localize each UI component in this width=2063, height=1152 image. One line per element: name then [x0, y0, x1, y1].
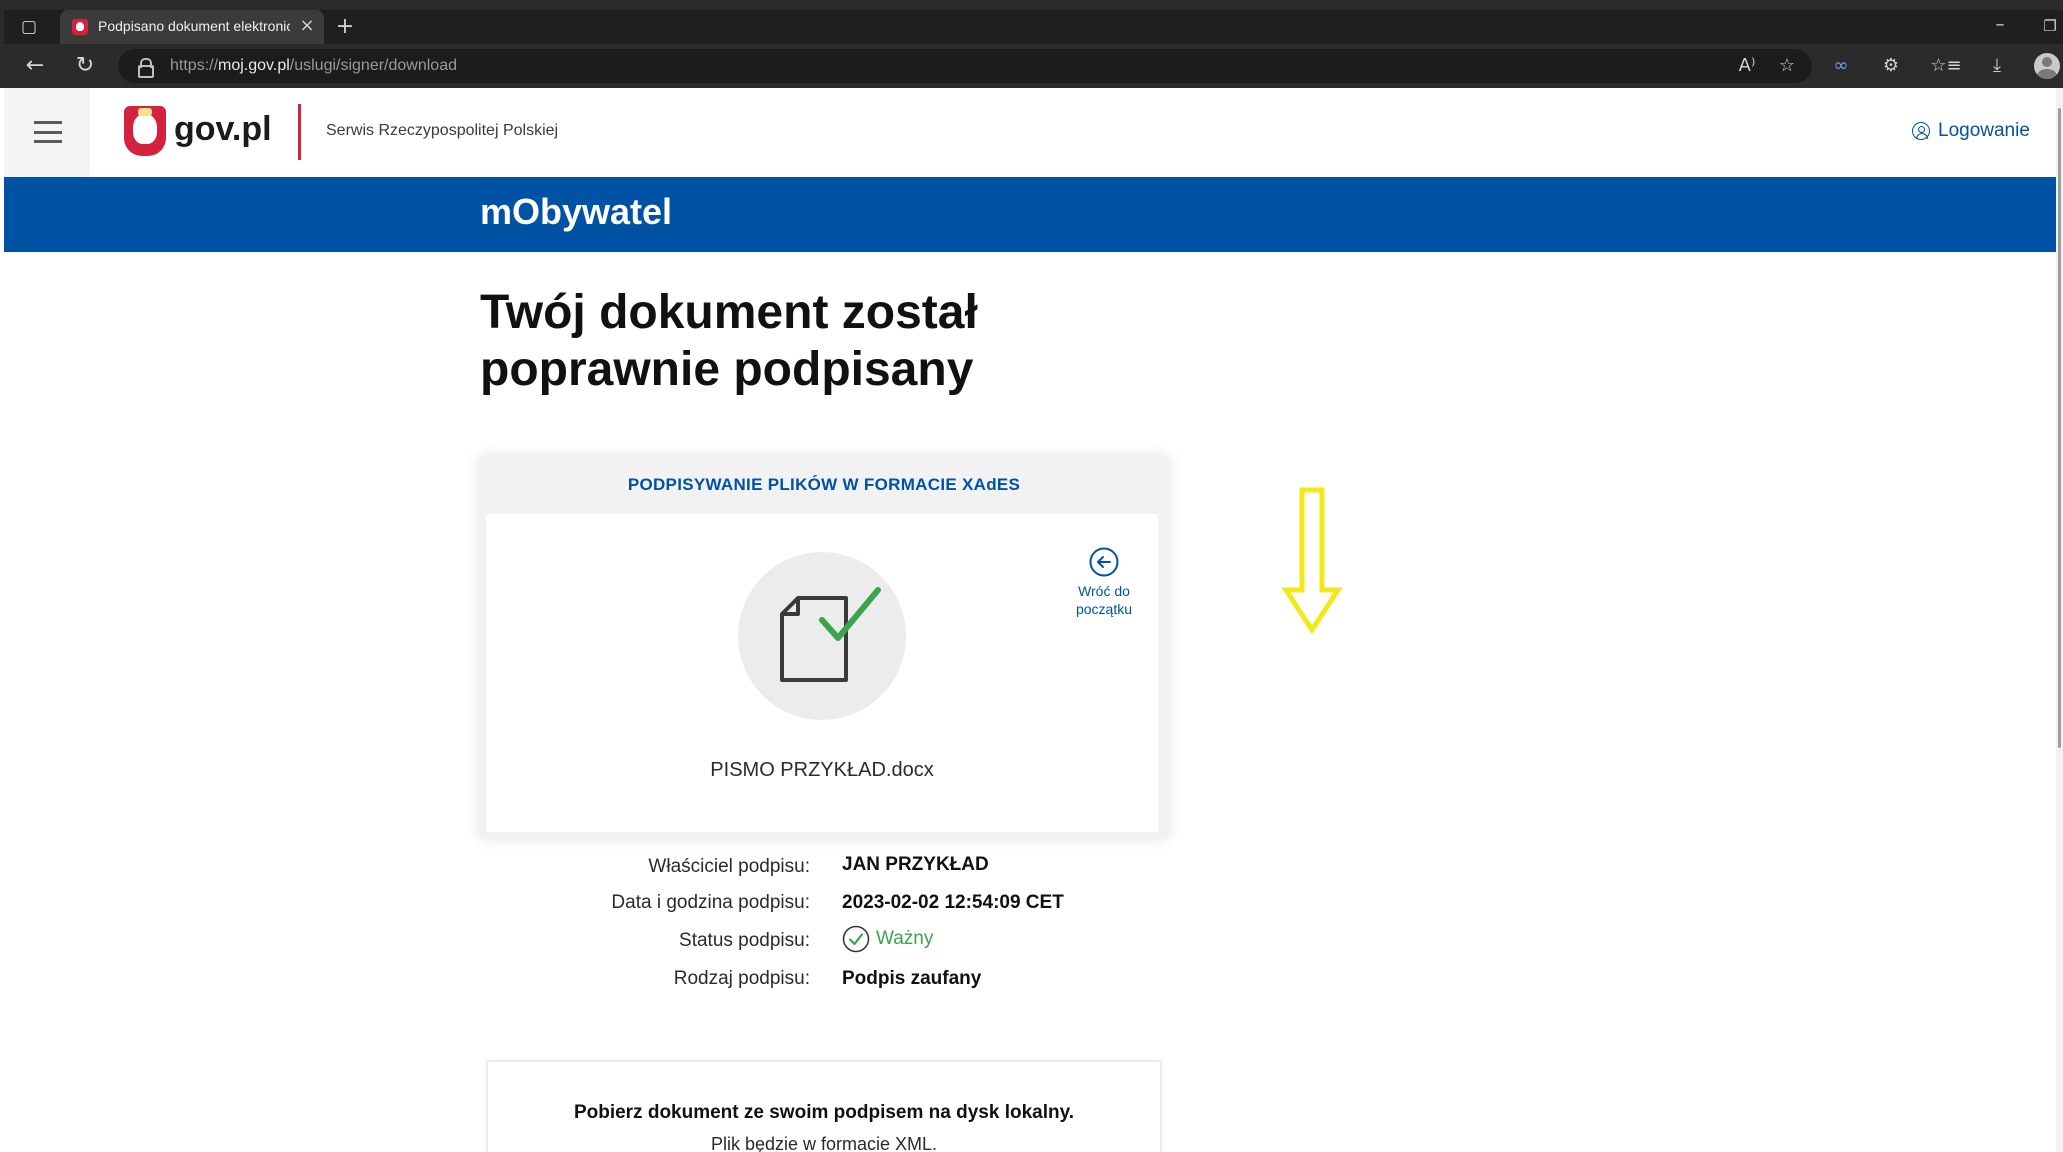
hamburger-icon [34, 121, 62, 143]
polish-eagle-emblem-icon[interactable] [124, 106, 166, 156]
card-body: Wróć do początku PISMO PRZYKŁAD.docx [486, 514, 1158, 832]
page-title-line1: Twój dokument został [480, 286, 978, 339]
signing-card: PODPISYWANIE PLIKÓW W FORMACIE XAdES Wró… [480, 456, 1168, 838]
minimize-icon[interactable]: – [1988, 14, 2012, 38]
reload-icon[interactable]: ↻ [72, 53, 98, 79]
service-name: Serwis Rzeczypospolitej Polskiej [326, 122, 559, 139]
page-title-line2: poprawnie podpisany [480, 343, 974, 396]
profile-icon[interactable] [2034, 53, 2060, 79]
type-label: Rodzaj podpisu: [673, 968, 810, 989]
plus-icon[interactable]: + [332, 14, 358, 40]
site-header: gov.pl Serwis Rzeczypospolitej Polskiej … [4, 88, 2056, 177]
card-title: PODPISYWANIE PLIKÓW W FORMACIE XAdES [627, 475, 1021, 494]
check-circle-icon [842, 925, 870, 953]
type-value: Podpis zaufany [842, 968, 982, 989]
back-arrow-icon[interactable]: ← [22, 53, 48, 79]
login-link[interactable]: Logowanie [1912, 118, 2030, 144]
download-title: Pobierz dokument ze swoim podpisem na dy… [573, 1102, 1075, 1123]
detail-row-date: Data i godzina podpisu: 2023-02-02 12:54… [480, 892, 1168, 922]
back-to-start-button[interactable]: Wróć do początku [1064, 546, 1144, 618]
user-icon [1912, 122, 1930, 140]
scrollbar-thumb[interactable] [2058, 108, 2061, 748]
copilot-icon[interactable]: ∞ [1828, 53, 1854, 79]
back-label-line2: początku [1075, 601, 1133, 617]
url-scheme: https:// [170, 57, 219, 74]
login-label: Logowanie [1938, 120, 2030, 141]
detail-row-type: Rodzaj podpisu: Podpis zaufany [480, 968, 1168, 998]
browser-chrome: ▢ Podpisano dokument elektronicz × + – ❐… [0, 0, 2063, 88]
close-icon[interactable]: × [296, 15, 318, 37]
page-title: Twój dokument został poprawnie podpisany [480, 284, 1240, 398]
detail-row-status: Status podpisu: Ważny [480, 925, 1168, 960]
status-text: Ważny [876, 928, 934, 949]
url-host: moj.gov.pl [218, 57, 290, 74]
circle-arrow-left-icon [1089, 547, 1119, 577]
url-path: /uslugi/signer/download [289, 57, 457, 74]
web-page: gov.pl Serwis Rzeczypospolitej Polskiej … [4, 88, 2056, 1152]
owner-value: JAN PRZYKŁAD [842, 854, 989, 875]
back-label-line1: Wróć do [1078, 583, 1130, 599]
date-value: 2023-02-02 12:54:09 CET [842, 892, 1064, 913]
brand-logo-text[interactable]: gov.pl [174, 110, 272, 149]
gov-favicon-icon [72, 19, 88, 35]
annotation-down-arrow-icon [1282, 487, 1342, 634]
browser-toolbar: ← ↻ https://moj.gov.pl/uslugi/signer/dow… [4, 44, 2063, 88]
favorites-icon[interactable]: ☆≡ [1930, 53, 1962, 79]
owner-label: Właściciel podpisu: [648, 856, 810, 877]
tab-strip: ▢ Podpisano dokument elektronicz × + – ❐ [4, 10, 2063, 44]
status-value: Ważny [842, 925, 933, 953]
app-title: mObywatel [480, 191, 673, 232]
app-bar: mObywatel [4, 177, 2056, 252]
tab-actions-icon[interactable]: ▢ [18, 16, 40, 38]
lock-icon[interactable] [138, 58, 154, 78]
status-label: Status podpisu: [679, 930, 810, 951]
extensions-icon[interactable]: ⚙ [1878, 53, 1904, 79]
browser-tab-active[interactable]: Podpisano dokument elektronicz × [60, 10, 324, 44]
date-label: Data i godzina podpisu: [611, 892, 810, 913]
menu-button[interactable] [4, 88, 90, 177]
restore-icon[interactable]: ❐ [2038, 14, 2062, 38]
url-text[interactable]: https://moj.gov.pl/uslugi/signer/downloa… [170, 57, 457, 75]
tab-title: Podpisano dokument elektronicz [98, 18, 290, 34]
address-bar[interactable]: https://moj.gov.pl/uslugi/signer/downloa… [118, 49, 1812, 83]
read-aloud-icon[interactable]: A⁾ [1734, 53, 1760, 79]
download-icon[interactable]: ⤓ [1984, 53, 2010, 79]
download-subtitle: Plik będzie w formacie XML. [710, 1134, 938, 1152]
add-favorite-icon[interactable]: ☆ [1774, 53, 1800, 79]
signed-document-icon [738, 552, 906, 720]
brand-divider [298, 104, 301, 160]
detail-row-owner: Właściciel podpisu: JAN PRZYKŁAD [480, 854, 1168, 886]
file-name: PISMO PRZYKŁAD.docx [710, 759, 934, 781]
download-section: Pobierz dokument ze swoim podpisem na dy… [486, 1060, 1162, 1152]
